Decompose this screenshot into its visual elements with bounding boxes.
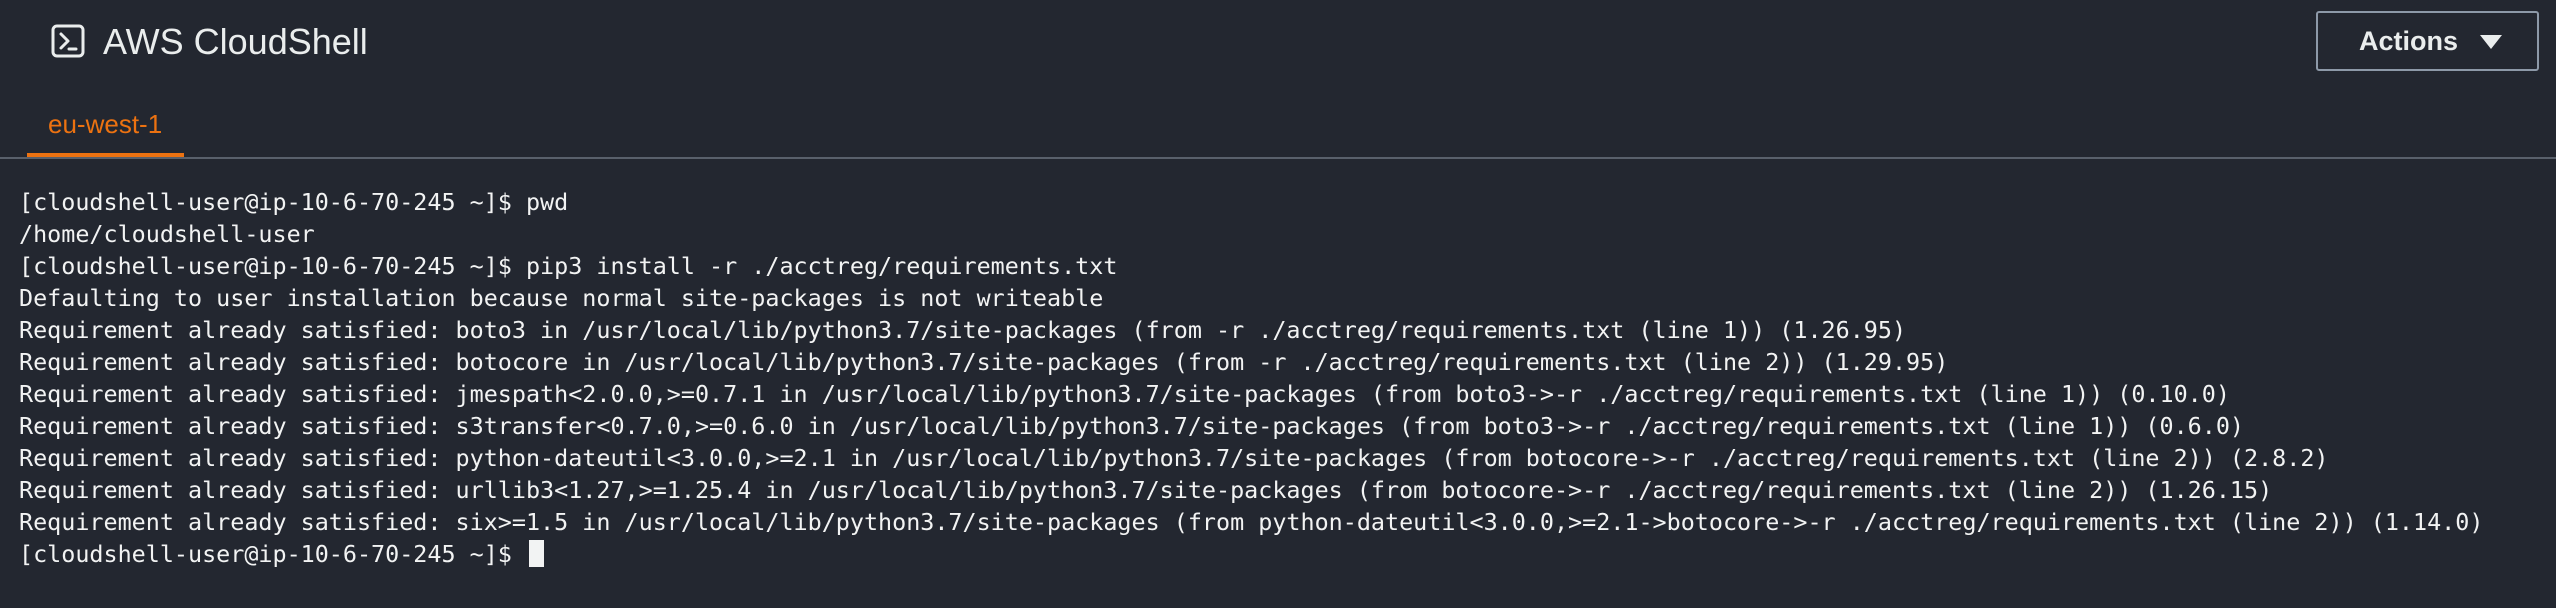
- terminal-line: Defaulting to user installation because …: [19, 284, 1104, 312]
- terminal-line: [cloudshell-user@ip-10-6-70-245 ~]$ pip3…: [19, 252, 1118, 280]
- tab-bar: eu-west-1: [0, 96, 2556, 158]
- terminal-line: Requirement already satisfied: python-da…: [19, 444, 2329, 472]
- terminal-cursor: [528, 540, 544, 567]
- terminal-line: /home/cloudshell-user: [19, 220, 315, 248]
- actions-button-label: Actions: [2358, 25, 2458, 56]
- terminal-prompt-icon: [51, 24, 85, 58]
- actions-button[interactable]: Actions: [2316, 11, 2539, 71]
- tab-eu-west-1[interactable]: eu-west-1: [27, 96, 184, 158]
- app-header: AWS CloudShell Actions: [0, 0, 2556, 84]
- terminal-line: [cloudshell-user@ip-10-6-70-245 ~]$ pwd: [19, 188, 569, 216]
- terminal-line: Requirement already satisfied: urllib3<1…: [19, 476, 2273, 504]
- terminal-line: Requirement already satisfied: jmespath<…: [19, 380, 2230, 408]
- terminal-lines: [cloudshell-user@ip-10-6-70-245 ~]$ pwd …: [19, 186, 2483, 570]
- terminal-line: Requirement already satisfied: botocore …: [19, 348, 1949, 376]
- terminal-line: Requirement already satisfied: s3transfe…: [19, 412, 2245, 440]
- caret-down-icon: [2480, 35, 2502, 49]
- terminal-output[interactable]: [cloudshell-user@ip-10-6-70-245 ~]$ pwd …: [0, 159, 2556, 608]
- terminal-prompt: [cloudshell-user@ip-10-6-70-245 ~]$: [19, 540, 526, 568]
- tab-label: eu-west-1: [48, 109, 163, 139]
- app-title: AWS CloudShell: [103, 21, 368, 62]
- terminal-prompt-line[interactable]: [cloudshell-user@ip-10-6-70-245 ~]$: [19, 538, 2483, 570]
- terminal-line: Requirement already satisfied: boto3 in …: [19, 316, 1907, 344]
- terminal-line: Requirement already satisfied: six>=1.5 …: [19, 508, 2484, 536]
